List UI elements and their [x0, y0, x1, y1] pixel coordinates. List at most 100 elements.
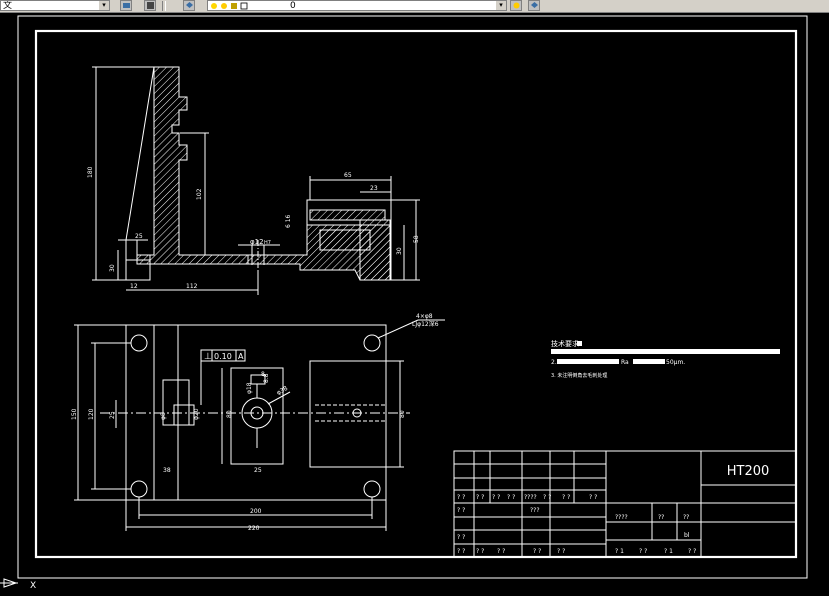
layer-combo[interactable]: 0 ▾ [207, 0, 507, 11]
title-cell: ? ? [543, 494, 551, 501]
layer-state-icon [147, 2, 154, 9]
note2-suffix: Ra [621, 359, 629, 366]
layer-manager-button[interactable] [120, 0, 132, 11]
layer-previous-button[interactable] [510, 0, 522, 11]
chevron-down-icon[interactable]: ▾ [99, 1, 109, 10]
dim-text: 6 16 [285, 214, 292, 228]
text-style-combo[interactable]: 文 ▾ [0, 0, 110, 11]
dim-text: 38 [163, 467, 171, 474]
tech-requirements-title: 技术要求 [551, 339, 579, 348]
dim-text: 180 [87, 166, 94, 178]
title-cell: ? ? [639, 548, 647, 555]
layer-combo-value: 0 [290, 1, 296, 11]
layer-state-button[interactable] [144, 0, 156, 11]
dim-text: 25 [135, 233, 143, 240]
dim-text: 30 [396, 247, 403, 255]
section-column [136, 66, 249, 265]
layer-match-icon [531, 2, 538, 8]
title-cell: ? ? [457, 534, 465, 541]
paper-outer-border [17, 15, 808, 579]
underline-bar [551, 349, 780, 354]
tolerance-symbol: ⊥ [204, 352, 212, 362]
hole-callout: 4×φ8 [416, 313, 433, 320]
title-cell: ? ? [492, 494, 500, 501]
mount-hole [130, 334, 148, 352]
text-block [633, 359, 665, 364]
dim-text: 200 [250, 508, 262, 515]
title-cell: ?? [658, 514, 664, 521]
chevron-down-icon[interactable]: ▾ [496, 1, 506, 10]
dim-text: 80 [399, 410, 406, 418]
note2-prefix: 2. [551, 359, 557, 366]
color-swatch-icon [240, 2, 248, 10]
dim-text: 30 [109, 264, 116, 272]
section-view [92, 66, 420, 295]
sun-icon [221, 3, 227, 9]
dim-text: 120 [88, 408, 95, 420]
dim-text: 65 [344, 172, 352, 179]
lock-icon [231, 3, 237, 9]
lightbulb-icon [211, 3, 217, 9]
title-cell: ???? [524, 494, 537, 501]
plan-right-block [309, 360, 387, 468]
title-cell: ? ? [688, 548, 696, 555]
title-cell: ? ? [557, 548, 565, 555]
title-cell: bl [684, 532, 690, 539]
title-cell: ? 1 [615, 548, 624, 555]
title-cell: ? ? [457, 494, 465, 501]
dim-text: 12 [130, 283, 138, 290]
ucs-x-label: X [30, 581, 36, 591]
datum-label: A [238, 352, 244, 361]
mount-hole [363, 480, 381, 498]
dim-text: 220 [248, 525, 260, 532]
section-slot [309, 209, 386, 221]
dim-text: 8 [261, 371, 265, 378]
dim-text: φ18 [246, 382, 253, 394]
layer-previous-icon [513, 2, 520, 9]
title-cell: ? ? [457, 507, 465, 514]
layers-toolbar: 文 ▾ 0 ▾ [0, 0, 829, 13]
title-cell: ??? [530, 507, 540, 514]
dim-text: 102 [196, 188, 203, 200]
dim-text: 112 [186, 283, 198, 290]
dim-text: 80 [226, 410, 233, 418]
dim-text: φ8 [160, 412, 167, 420]
layer-tool-icon [186, 2, 193, 8]
layer-match-button[interactable] [528, 0, 540, 11]
layer-state-icons [211, 2, 248, 10]
text-block [577, 341, 582, 346]
title-cell: ? ? [589, 494, 597, 501]
title-cell: ? ? [457, 548, 465, 555]
dim-text: 23 [370, 185, 378, 192]
section-block-right [359, 219, 391, 281]
title-cell: ? ? [476, 494, 484, 501]
dim-text: φ12 [250, 238, 264, 246]
note2-value: 50μm. [666, 359, 685, 366]
mount-hole [130, 480, 148, 498]
title-cell: ? ? [562, 494, 570, 501]
title-cell: ? 1 [664, 548, 673, 555]
material-label: HT200 [727, 464, 770, 479]
plan-view [74, 319, 445, 531]
text-style-value: 文 [3, 1, 13, 11]
tolerance-value: 0.10 [214, 352, 232, 361]
title-cell: ? ? [533, 548, 541, 555]
dim-text: φ20 [193, 408, 200, 420]
drawing-canvas[interactable]: 180 102 65 23 6 16 30 58 25 30 12 112 φ1… [0, 13, 829, 596]
taper-line [125, 66, 155, 241]
dim-text: φ38 [276, 385, 290, 397]
hole-callout: LJφ12深6 [412, 320, 439, 328]
mount-hole [363, 334, 381, 352]
dim-text: 25 [254, 467, 262, 474]
title-cell: ? ? [476, 548, 484, 555]
title-cell: ?? [683, 514, 689, 521]
plan-boss-slot [173, 404, 195, 426]
layer-tool-button[interactable] [183, 0, 195, 11]
dim-text: 58 [413, 235, 420, 243]
title-cell: ???? [615, 514, 628, 521]
dim-text: 25 [109, 411, 116, 419]
plan-round-block [230, 367, 284, 465]
text-block [557, 359, 619, 364]
layer-manager-icon [123, 3, 130, 8]
tech-requirements: 技术要求 2. Ra 50μm. 3. 未注明倒角去毛刺处理 [551, 339, 780, 379]
